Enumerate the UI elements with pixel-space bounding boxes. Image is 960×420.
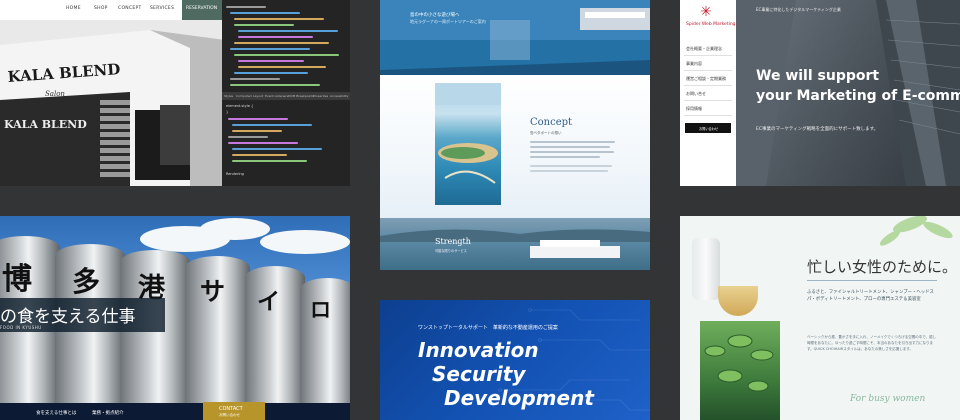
hero-headline-line2: your Marketing of E-commerce: [756, 88, 960, 104]
nav-reservation-panel[interactable]: RESERVATION: [182, 0, 222, 20]
hero-caption-band: の食を支える仕事 FOOD IN KYUSHU: [0, 298, 165, 332]
hero-headline-line1: We will support: [756, 68, 880, 84]
kanji-6: ロ: [310, 297, 331, 322]
contact-label-en: CONTACT: [219, 406, 243, 412]
realestate-tagline: ワンストップトータルサポート 革新的な不動産運用のご提案: [418, 325, 558, 331]
menu-contact[interactable]: お問い合せ: [686, 91, 706, 97]
beauty-signature: For busy women: [850, 394, 926, 404]
devtools-rendering-label[interactable]: Rendering: [226, 172, 244, 176]
towel-jar: [692, 238, 720, 300]
headline-security: Security: [432, 362, 526, 386]
nav-services[interactable]: SERVICES: [150, 6, 174, 11]
footer-link-work[interactable]: 食を支える仕事とは: [36, 410, 76, 416]
boat-hero: 島の中の小さな遊び場へ 地元ラグーナの一周ボートツアーのご案内: [380, 0, 650, 75]
devtools-panel[interactable]: Styles Computed Layout Event Listeners D…: [222, 0, 350, 186]
ferry-photo: [380, 229, 650, 258]
menu-company[interactable]: 会社概要・企業理念: [686, 46, 722, 52]
devtools-tab-accessibility[interactable]: Accessibility: [330, 94, 348, 98]
kanji-1: 博: [2, 262, 32, 297]
hero-line-2: 地元ラグーナの一周ボートツアーのご案内: [410, 19, 486, 24]
hero-subline: EC事業のマーケティング戦略を全面的にサポート致します。: [756, 127, 879, 132]
devtools-tab-events[interactable]: Event Listeners: [265, 94, 288, 98]
thumb-salon-site[interactable]: HOME SHOP CONCEPT SERVICES RESERVATION K…: [0, 0, 350, 186]
marketing-sidebar: ✳ Spider Web Marketing 会社概要・企業理念 事業内容 運営…: [680, 0, 736, 186]
concept-heading: Concept: [530, 117, 573, 128]
headline-development: Development: [444, 386, 594, 410]
concept-subheading: 島ベタボートの想い: [530, 131, 562, 135]
thumb-beauty-salon-site[interactable]: 忙しい女性のために。 ふるさと、ファイシャルトリートメント、シャンプー・ヘッドス…: [680, 216, 960, 420]
herbal-photo-collage: [680, 216, 780, 420]
nav-home[interactable]: HOME: [66, 6, 81, 11]
contact-button-label: お問い合わせ: [699, 127, 719, 131]
hero-headline: We will support your Marketing of E-comm…: [756, 66, 960, 106]
brand-name: Spider Web Marketing: [686, 22, 736, 27]
devtools-tab-dom-breakpoints[interactable]: DOM Breakpoints: [288, 94, 314, 98]
menu-business[interactable]: 事業内容: [686, 61, 702, 67]
tea-cup: [718, 286, 758, 316]
spider-logo-icon: ✳: [700, 4, 712, 20]
hero-caption-en: FOOD IN KYUSHU: [0, 325, 42, 330]
strength-subheading: 可能な限りのサービス: [435, 249, 467, 253]
salon-building-photo: KALA BLEND Salon KALA BLEND: [0, 20, 225, 186]
marketing-hero: EC事業に特化したデジタルマーケティング企業 We will support y…: [736, 0, 960, 186]
devtools-tab-properties[interactable]: Properties: [313, 94, 328, 98]
beauty-lead: ふるさと、ファイシャルトリートメント、シャンプー・ヘッドスパ・ボディトリートメン…: [807, 290, 934, 302]
kanji-5: イ: [257, 288, 280, 315]
thumb-boat-tour-site[interactable]: 島の中の小さな遊び場へ 地元ラグーナの一周ボートツアーのご案内 Concept …: [380, 0, 650, 270]
hero-topbar-text: EC事業に特化したデジタルマーケティング企業: [756, 7, 841, 12]
hero-topbar: EC事業に特化したデジタルマーケティング企業: [736, 0, 960, 18]
silo-footer-nav: 食を支える仕事とは 業務・拠点紹介: [0, 403, 350, 420]
contact-button[interactable]: お問い合わせ: [685, 123, 731, 133]
contact-button-gold[interactable]: CONTACT お問い合わせ: [203, 402, 265, 420]
nav-shop[interactable]: SHOP: [94, 6, 108, 11]
thumb-marketing-site[interactable]: ✳ Spider Web Marketing 会社概要・企業理念 事業内容 運営…: [680, 0, 960, 186]
kanji-4: サ: [200, 277, 226, 306]
strength-section: Strength 可能な限りのサービス: [380, 218, 650, 270]
footer-link-bases[interactable]: 業務・拠点紹介: [92, 410, 124, 416]
devtools-tab-styles[interactable]: Styles: [224, 94, 233, 98]
concept-section: Concept 島ベタボートの想い: [380, 75, 650, 218]
devtools-element-style: element.style {: [226, 104, 254, 108]
island-aerial-photo: [435, 83, 501, 205]
thumb-silo-site[interactable]: 博 多 港 サ イ ロ の食を支える仕事 FOOD IN KYUSHU 食を支え…: [0, 216, 350, 420]
menu-consulting[interactable]: 運営ご相談・定期業務: [686, 76, 726, 82]
strength-heading: Strength: [435, 237, 471, 246]
nav-concept[interactable]: CONCEPT: [118, 6, 142, 11]
beauty-body: ベーシックから癒、豊かさを手に入れ、ノーメイクでくつろげる空間の中で、癒し時間を…: [807, 335, 937, 351]
herb-plants: [700, 321, 780, 420]
hero-line-1: 島の中の小さな遊び場へ: [410, 13, 460, 18]
devtools-element-style-close: }: [226, 110, 229, 114]
nav-reservation[interactable]: RESERVATION: [186, 6, 217, 11]
kanji-2: 多: [72, 265, 101, 298]
headline-innovation: Innovation: [418, 338, 539, 362]
devtools-tab-computed[interactable]: Computed: [236, 94, 252, 98]
devtools-tab-layout[interactable]: Layout: [253, 94, 263, 98]
thumb-realestate-site[interactable]: ワンストップトータルサポート 革新的な不動産運用のご提案 Innovation …: [380, 300, 650, 420]
devtools-tabs[interactable]: Styles Computed Layout Event Listeners D…: [222, 92, 350, 100]
menu-recruit[interactable]: 採用情報: [686, 106, 702, 112]
beauty-title: 忙しい女性のために。: [807, 258, 958, 276]
hero-caption-jp: の食を支える仕事: [0, 307, 136, 327]
sign-sub: Salon: [45, 90, 65, 98]
contact-label-jp: お問い合わせ: [219, 413, 240, 417]
sign-text-lower: KALA BLEND: [4, 118, 87, 131]
